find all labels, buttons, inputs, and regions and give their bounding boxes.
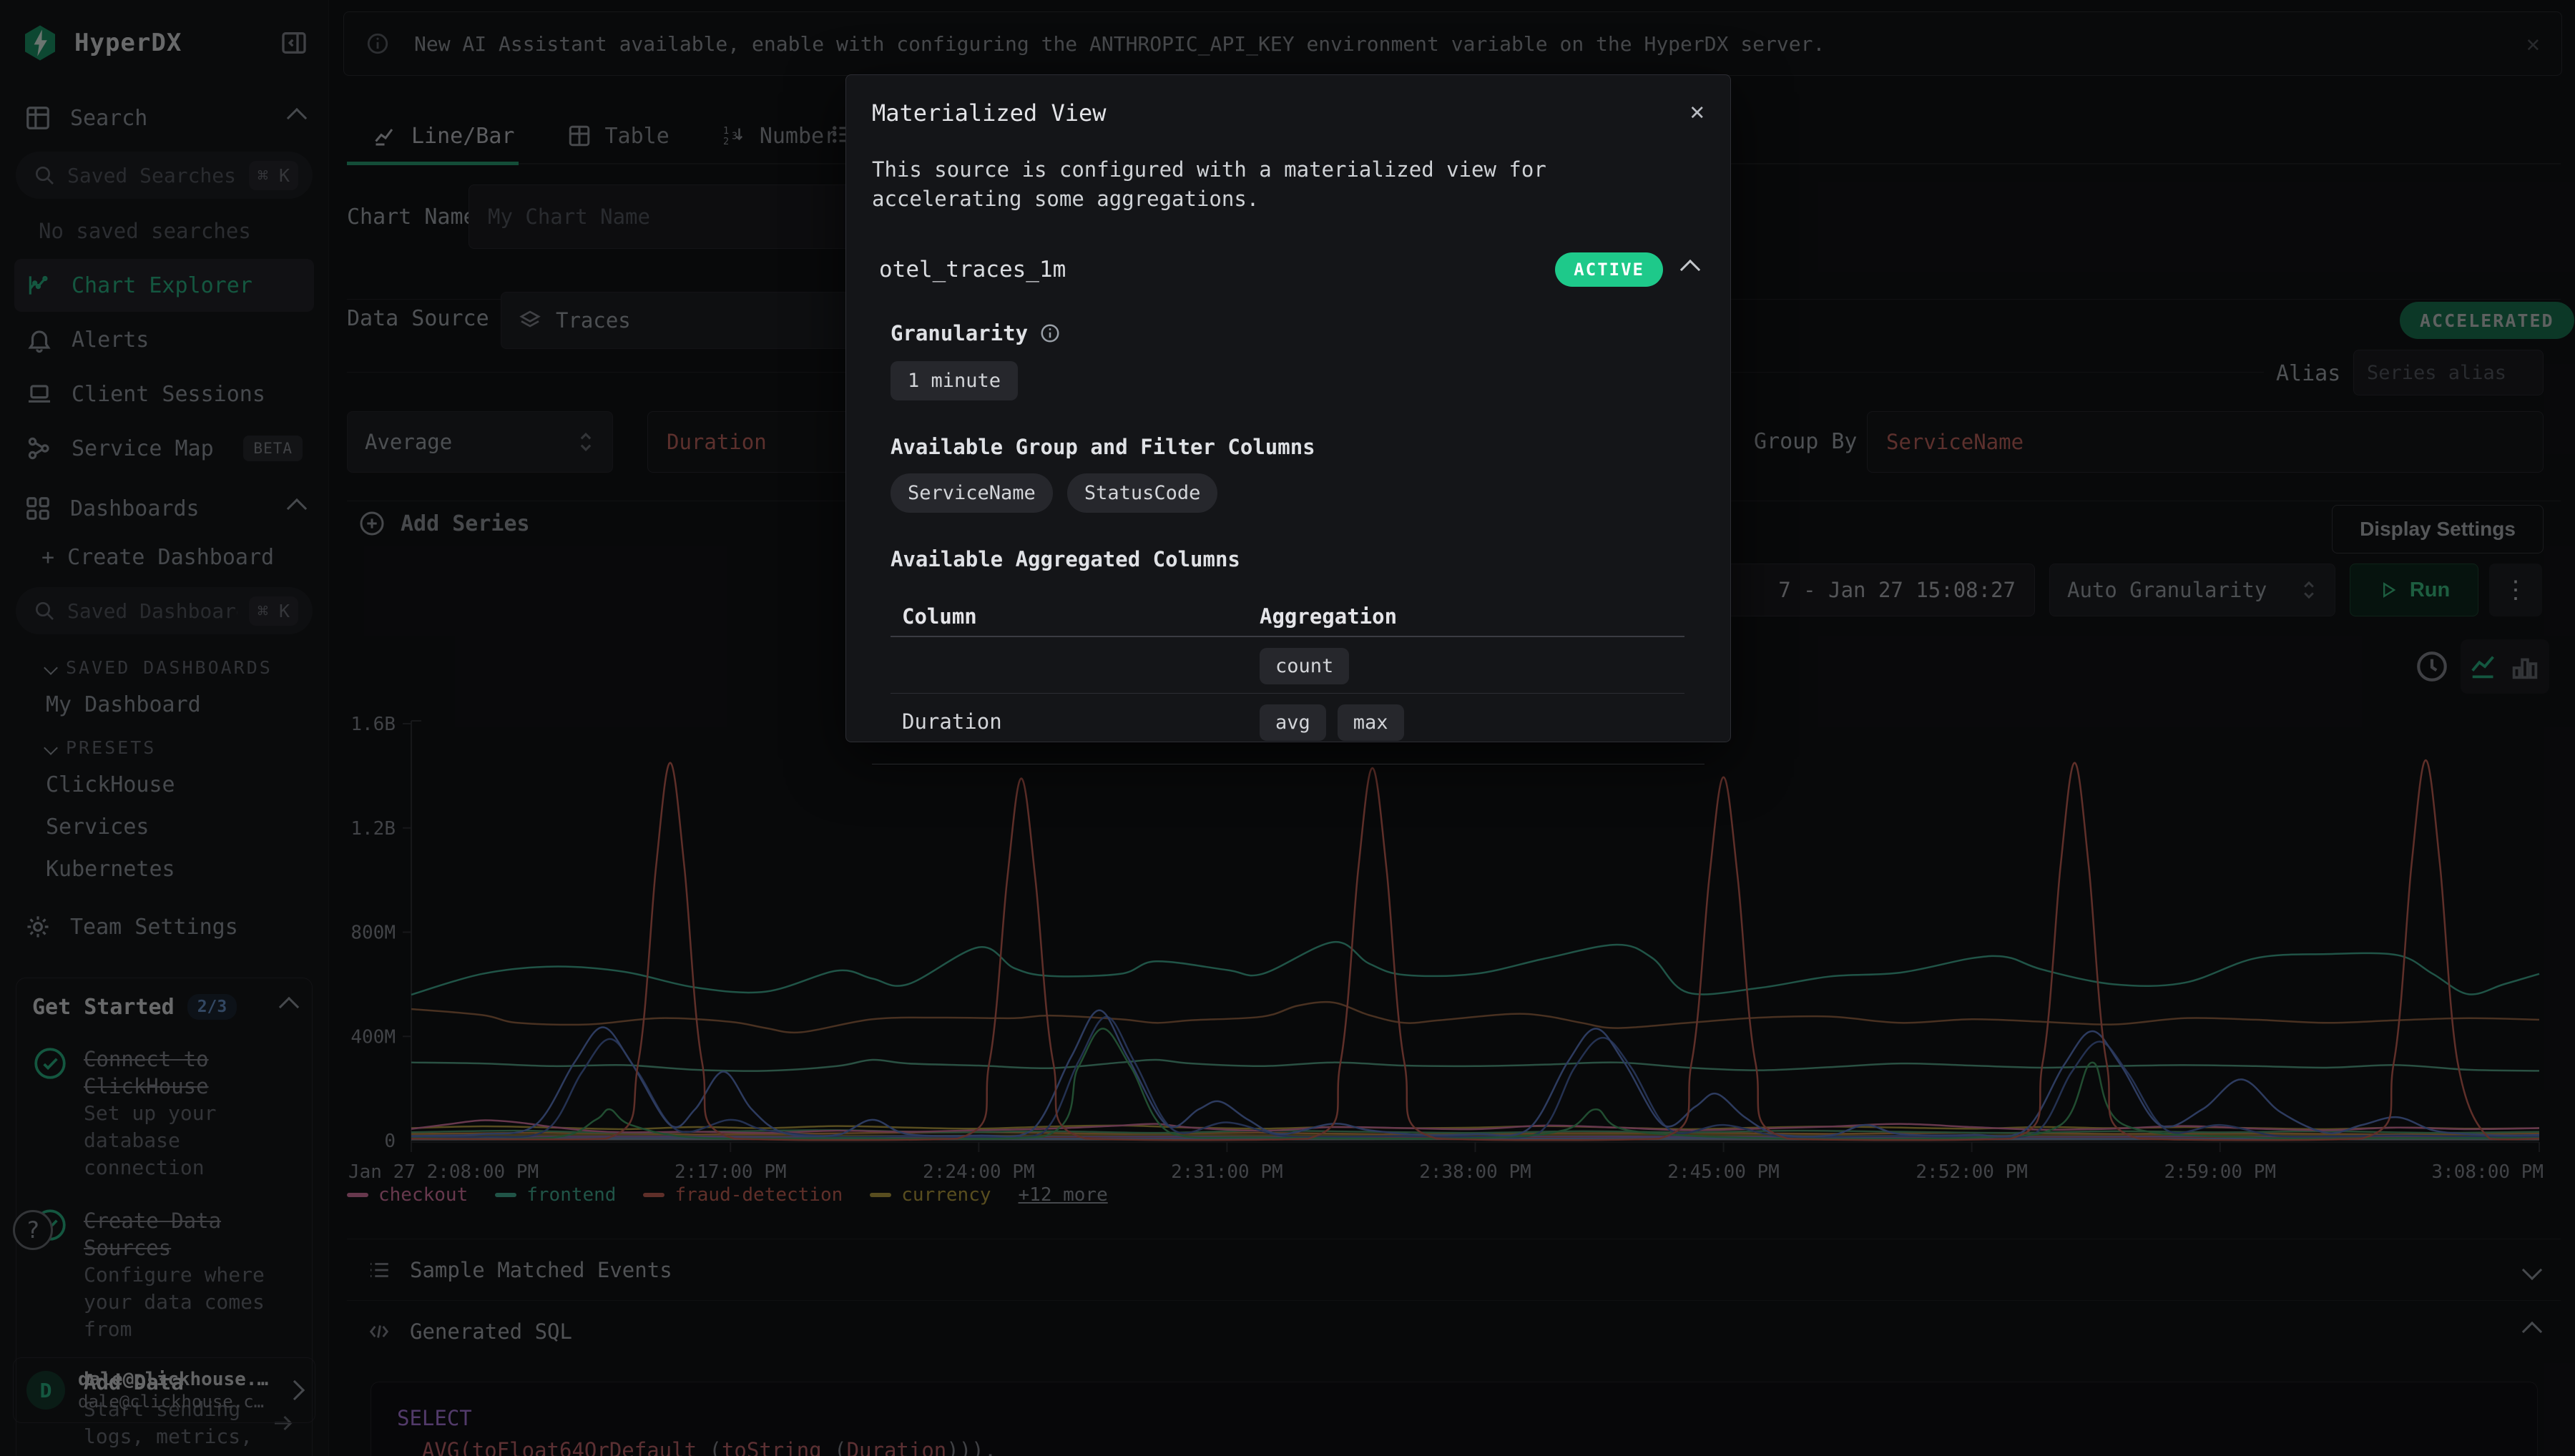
modal-description: This source is configured with a materia… — [872, 155, 1705, 214]
table-header-column: Column — [902, 604, 1260, 629]
table-row: Durationavgmax — [891, 693, 1684, 749]
aggregation-pill: max — [1338, 704, 1404, 741]
table-header-aggregation: Aggregation — [1260, 604, 1673, 629]
filter-column-pill: StatusCode — [1067, 473, 1218, 513]
hyperdx-app: HyperDX Search ⌘ K No saved searches Cha… — [0, 0, 2575, 1456]
aggregation-pill: avg — [1260, 704, 1326, 741]
group-filter-columns: ServiceName StatusCode — [891, 473, 1705, 513]
column-cell: Duration — [902, 709, 1260, 734]
modal-close-icon[interactable]: ✕ — [1690, 99, 1705, 124]
filter-column-pill: ServiceName — [891, 473, 1053, 513]
table-row: count — [891, 636, 1684, 693]
granularity-label: Granularity — [891, 321, 1028, 345]
materialized-view-modal: Materialized View ✕ This source is confi… — [845, 74, 1731, 742]
granularity-value-pill: 1 minute — [891, 361, 1018, 400]
group-filter-columns-label: Available Group and Filter Columns — [891, 435, 1705, 459]
aggregation-cell: count — [1260, 653, 1673, 677]
aggregation-pill: count — [1260, 648, 1349, 684]
status-badge: ACTIVE — [1555, 252, 1663, 287]
view-name: otel_traces_1m — [879, 257, 1535, 282]
aggregation-cell: avgmax — [1260, 709, 1673, 734]
modal-title: Materialized View — [872, 99, 1107, 127]
aggregated-columns-label: Available Aggregated Columns — [891, 547, 1705, 571]
info-icon — [1039, 323, 1061, 344]
aggregated-columns-table: Column Aggregation countDurationavgmax — [891, 597, 1684, 749]
chevron-up-icon[interactable] — [1680, 260, 1700, 280]
